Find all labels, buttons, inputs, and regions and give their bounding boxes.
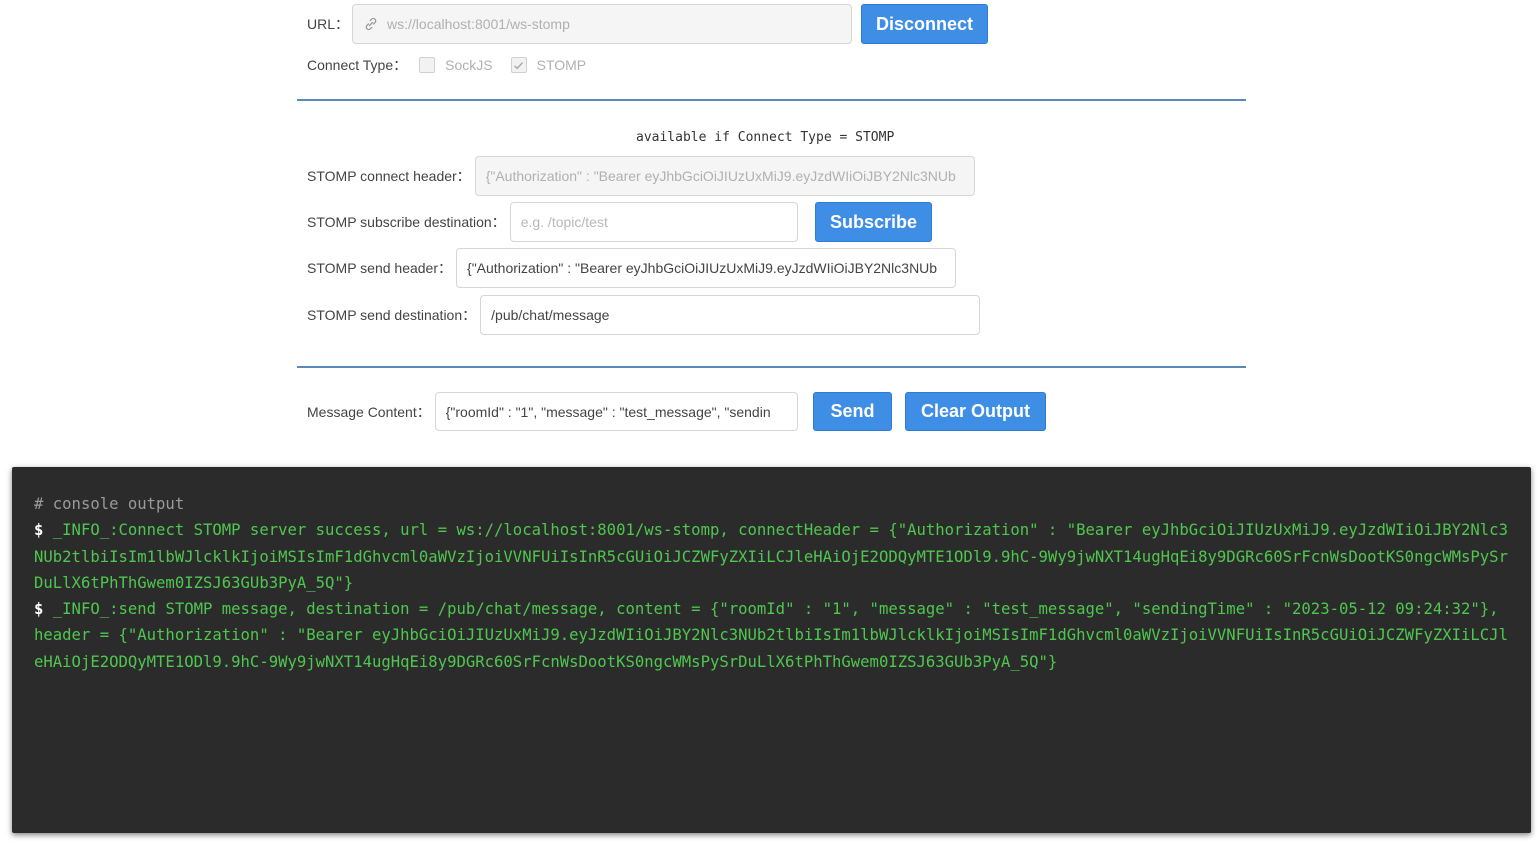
message-content-row: Message Content： {"roomId" : "1", "messa… (307, 392, 798, 431)
console-prompt: $ (34, 600, 44, 619)
stomp-subscribe-destination-label: STOMP subscribe destination： (307, 214, 506, 230)
console-comment: # console output (34, 495, 185, 513)
stomp-connect-header-value: {"Authorization" : "Bearer eyJhbGciOiJIU… (485, 168, 956, 184)
stomp-connect-header-input[interactable]: {"Authorization" : "Bearer eyJhbGciOiJIU… (474, 156, 975, 196)
send-button[interactable]: Send (813, 392, 892, 431)
link-icon (365, 17, 377, 31)
subscribe-button[interactable]: Subscribe (815, 202, 932, 242)
connect-type-row: Connect Type： SockJS STOMP (307, 54, 598, 76)
console-prompt: $ (34, 521, 44, 540)
sockjs-checkbox[interactable] (419, 57, 436, 73)
console-line-text: _INFO_:send STOMP message, destination =… (34, 600, 1508, 671)
stomp-send-header-input[interactable]: {"Authorization" : "Bearer eyJhbGciOiJIU… (456, 248, 957, 288)
check-icon (514, 61, 524, 69)
url-label: URL： (307, 16, 350, 32)
url-value: ws://localhost:8001/ws-stomp (387, 16, 570, 32)
console-line: $ _INFO_:Connect STOMP server success, u… (34, 517, 1509, 596)
stomp-subscribe-destination-placeholder: e.g. /topic/test (520, 214, 608, 230)
disconnect-button[interactable]: Disconnect (861, 4, 988, 44)
message-content-input[interactable]: {"roomId" : "1", "message" : "test_messa… (434, 392, 798, 431)
connect-type-label: Connect Type： (307, 57, 408, 73)
sockjs-option[interactable]: SockJS (419, 57, 504, 73)
stomp-send-destination-value: /pub/chat/message (491, 307, 610, 323)
stomp-send-destination-label: STOMP send destination： (307, 307, 477, 323)
stomp-send-destination-input[interactable]: /pub/chat/message (480, 295, 981, 335)
stomp-label: STOMP (536, 57, 587, 73)
stomp-send-header-row: STOMP send header： {"Authorization" : "B… (307, 248, 957, 288)
stomp-availability-note: available if Connect Type = STOMP (636, 130, 895, 145)
stomp-connect-header-row: STOMP connect header： {"Authorization" :… (307, 156, 975, 196)
section-divider-1 (297, 99, 1246, 101)
message-content-value: {"roomId" : "1", "message" : "test_messa… (445, 403, 771, 420)
stomp-send-header-label: STOMP send header： (307, 260, 453, 276)
url-row: URL： ws://localhost:8001/ws-stomp (307, 4, 853, 44)
stomp-subscribe-row: STOMP subscribe destination： e.g. /topic… (307, 202, 798, 242)
stomp-connect-header-label: STOMP connect header： (307, 168, 471, 184)
clear-output-button[interactable]: Clear Output (905, 392, 1046, 431)
stomp-client-page: URL： ws://localhost:8001/ws-stomp Discon… (0, 0, 1539, 846)
stomp-send-destination-row: STOMP send destination： /pub/chat/messag… (307, 295, 981, 335)
console-output[interactable]: # console output $ _INFO_:Connect STOMP … (12, 467, 1531, 833)
stomp-subscribe-destination-input[interactable]: e.g. /topic/test (509, 202, 798, 242)
sockjs-label: SockJS (445, 57, 493, 73)
section-divider-2 (297, 366, 1246, 368)
console-line: $ _INFO_:send STOMP message, destination… (34, 596, 1509, 675)
stomp-send-header-value: {"Authorization" : "Bearer eyJhbGciOiJIU… (467, 260, 938, 276)
message-content-label: Message Content： (307, 403, 431, 420)
url-input[interactable]: ws://localhost:8001/ws-stomp (352, 4, 853, 44)
console-line-text: _INFO_:Connect STOMP server success, url… (34, 521, 1508, 592)
stomp-option[interactable]: STOMP (510, 57, 599, 73)
stomp-checkbox[interactable] (510, 57, 527, 73)
